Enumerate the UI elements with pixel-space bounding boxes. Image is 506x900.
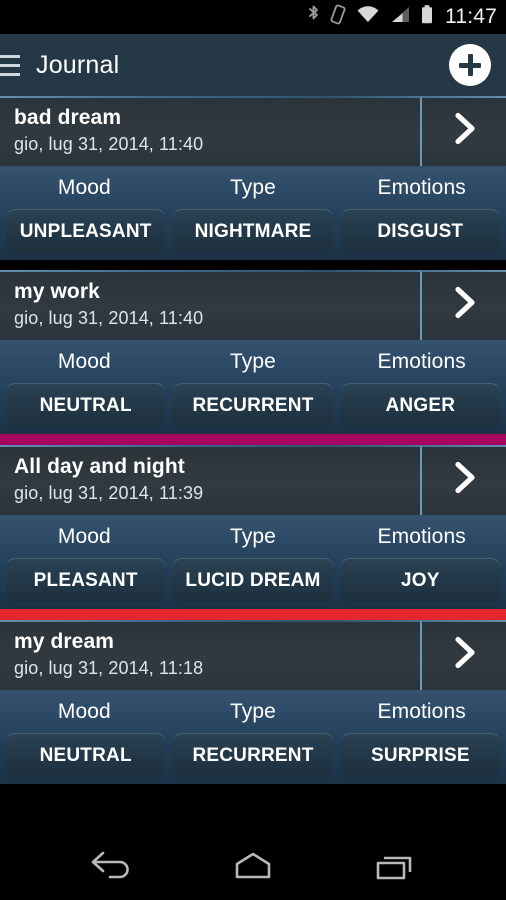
entry-body: Mood Type Emotions NEUTRAL RECURRENT ANG… [0,340,506,434]
entry-date: gio, lug 31, 2014, 11:40 [14,134,204,154]
emotion-chip[interactable]: SURPRISE [340,733,500,777]
journal-entry-card[interactable]: my work gio, lug 31, 2014, 11:40 Mood Ty… [0,270,506,434]
label-emotions: Emotions [377,176,466,199]
label-mood: Mood [57,350,111,373]
attribute-labels: Mood Type Emotions [0,340,506,378]
emotion-chip[interactable]: JOY [340,558,500,602]
mood-chip[interactable]: NEUTRAL [6,383,166,427]
action-bar: Journal [0,34,506,96]
emotion-chip[interactable]: DISGUST [340,209,500,253]
type-chip[interactable]: NIGHTMARE [173,209,333,253]
type-chip[interactable]: RECURRENT [173,733,333,777]
home-icon[interactable] [218,844,288,890]
journal-entry-card[interactable]: bad dream gio, lug 31, 2014, 11:40 Mood … [0,96,506,260]
label-emotions: Emotions [377,525,466,548]
add-plus-icon-vertical [467,54,473,76]
attribute-labels: Mood Type Emotions [0,166,506,204]
header-separator [420,96,422,166]
mood-chip[interactable]: NEUTRAL [6,733,166,777]
label-mood: Mood [57,700,111,723]
label-type: Type [230,525,276,548]
wifi-icon [356,4,380,30]
status-bar: 11:47 [0,0,506,34]
cellular-signal-icon [389,4,411,30]
android-navigation-bar [0,833,506,900]
label-type: Type [230,700,276,723]
journal-entry-list[interactable]: bad dream gio, lug 31, 2014, 11:40 Mood … [0,96,506,833]
entry-divider-red [0,609,506,620]
chevron-right-icon[interactable] [450,285,480,326]
add-entry-button[interactable] [449,44,491,86]
entry-header[interactable]: my dream gio, lug 31, 2014, 11:18 [0,620,506,690]
back-arrow-icon[interactable] [76,844,146,890]
entry-title: bad dream [14,106,122,129]
entry-header[interactable]: my work gio, lug 31, 2014, 11:40 [0,270,506,340]
card-separator-gap [0,260,506,270]
vibrate-icon [330,4,347,30]
chevron-right-icon[interactable] [450,111,480,152]
attribute-labels: Mood Type Emotions [0,515,506,553]
chevron-right-icon[interactable] [450,635,480,676]
hamburger-menu-icon[interactable] [0,34,26,96]
mood-chip[interactable]: PLEASANT [6,558,166,602]
entry-date: gio, lug 31, 2014, 11:39 [14,483,204,503]
chevron-right-icon[interactable] [450,460,480,501]
status-clock: 11:47 [445,5,497,28]
attribute-chips: NEUTRAL RECURRENT SURPRISE [0,728,506,777]
entry-body: Mood Type Emotions PLEASANT LUCID DREAM … [0,515,506,609]
label-mood: Mood [57,176,111,199]
emotion-chip[interactable]: ANGER [340,383,500,427]
entry-body: Mood Type Emotions NEUTRAL RECURRENT SUR… [0,690,506,784]
journal-entry-card[interactable]: All day and night gio, lug 31, 2014, 11:… [0,445,506,609]
attribute-chips: UNPLEASANT NIGHTMARE DISGUST [0,204,506,253]
journal-entry-card[interactable]: my dream gio, lug 31, 2014, 11:18 Mood T… [0,620,506,784]
attribute-labels: Mood Type Emotions [0,690,506,728]
type-chip[interactable]: RECURRENT [173,383,333,427]
entry-header[interactable]: All day and night gio, lug 31, 2014, 11:… [0,445,506,515]
entry-title: my dream [14,630,115,653]
page-title: Journal [36,50,120,79]
battery-icon [420,4,434,30]
attribute-chips: PLEASANT LUCID DREAM JOY [0,553,506,602]
label-emotions: Emotions [377,700,466,723]
entry-body: Mood Type Emotions UNPLEASANT NIGHTMARE … [0,166,506,260]
recent-apps-icon[interactable] [360,844,430,890]
attribute-chips: NEUTRAL RECURRENT ANGER [0,378,506,427]
label-mood: Mood [57,525,111,548]
label-type: Type [230,176,276,199]
header-separator [420,270,422,340]
type-chip[interactable]: LUCID DREAM [173,558,333,602]
mood-chip[interactable]: UNPLEASANT [6,209,166,253]
entry-date: gio, lug 31, 2014, 11:40 [14,308,204,328]
entry-title: my work [14,280,100,303]
entry-date: gio, lug 31, 2014, 11:18 [14,658,204,678]
bluetooth-icon [306,4,321,30]
header-separator [420,445,422,515]
label-emotions: Emotions [377,350,466,373]
entry-header[interactable]: bad dream gio, lug 31, 2014, 11:40 [0,96,506,166]
header-separator [420,620,422,690]
phone-screen: 11:47 Journal bad dream gio, lug 31, 201… [0,0,506,900]
label-type: Type [230,350,276,373]
entry-divider-magenta [0,434,506,445]
entry-title: All day and night [14,455,185,478]
